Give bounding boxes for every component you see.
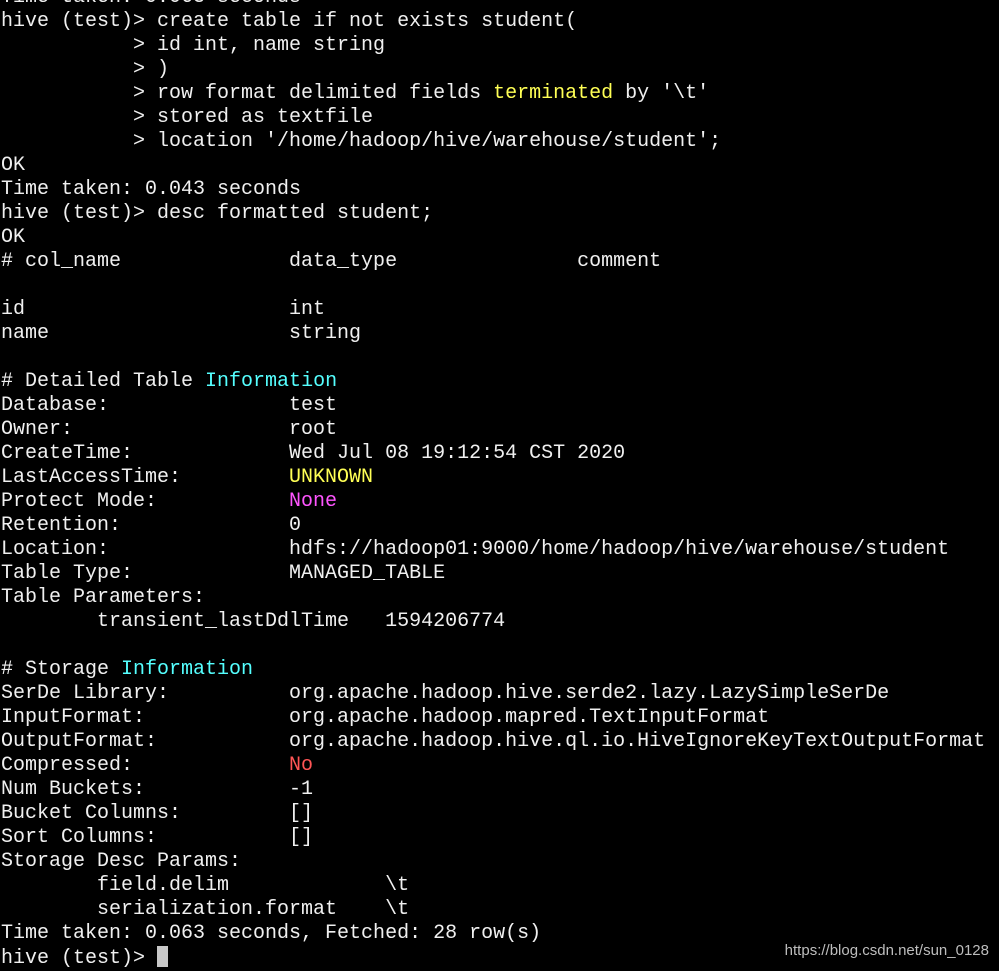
line-text: Time taken: 0.063 seconds xyxy=(1,0,301,9)
line-text: Time taken: 0.043 seconds xyxy=(1,178,302,201)
terminal-line: # col_name data_type comment xyxy=(1,250,985,274)
line-text: transient_lastDdlTime 1594206774 xyxy=(1,610,506,633)
line-text: Compressed: xyxy=(1,754,290,777)
line-text: Table Parameters: xyxy=(1,586,206,609)
terminal-line: InputFormat: org.apache.hadoop.mapred.Te… xyxy=(1,706,985,730)
terminal-line: Bucket Columns: [] xyxy=(1,802,985,826)
line-text: Storage Desc Params: xyxy=(1,850,242,873)
terminal-line: Retention: 0 xyxy=(1,514,985,538)
line-text: # col_name data_type comment xyxy=(1,250,662,273)
line-text: hive (test)> create table if not exists … xyxy=(1,10,578,33)
terminal-line: > row format delimited fields terminated… xyxy=(1,82,985,106)
terminal-line: LastAccessTime: UNKNOWN xyxy=(1,466,985,490)
line-text: by '\t' xyxy=(613,82,710,105)
terminal-line: Location: hdfs://hadoop01:9000/home/hado… xyxy=(1,538,985,562)
highlighted-text: Information xyxy=(121,658,254,681)
highlighted-text: Information xyxy=(205,370,338,393)
watermark: https://blog.csdn.net/sun_0128 xyxy=(784,942,989,959)
line-text: # Storage xyxy=(1,658,122,681)
terminal-line: > id int, name string xyxy=(1,34,985,58)
line-text: OK xyxy=(1,154,26,177)
terminal-line: Sort Columns: [] xyxy=(1,826,985,850)
terminal-line: Owner: root xyxy=(1,418,985,442)
terminal-line: SerDe Library: org.apache.hadoop.hive.se… xyxy=(1,682,985,706)
line-text: > row format delimited fields xyxy=(1,82,494,105)
line-text: > location '/home/hadoop/hive/warehouse/… xyxy=(1,130,722,153)
line-text: Num Buckets: -1 xyxy=(1,778,314,801)
terminal-line: Compressed: No xyxy=(1,754,985,778)
terminal-line: Database: test xyxy=(1,394,985,418)
line-text: Protect Mode: xyxy=(1,490,290,513)
line-text: Location: hdfs://hadoop01:9000/home/hado… xyxy=(1,538,950,561)
terminal-line: Time taken: 0.043 seconds xyxy=(1,178,985,202)
terminal-line: > location '/home/hadoop/hive/warehouse/… xyxy=(1,130,985,154)
line-text: LastAccessTime: xyxy=(1,466,290,489)
line-text: > id int, name string xyxy=(1,34,386,57)
terminal-line: transient_lastDdlTime 1594206774 xyxy=(1,610,985,634)
line-text: OK xyxy=(1,226,26,249)
terminal-line: Protect Mode: None xyxy=(1,490,985,514)
line-text: # Detailed Table xyxy=(1,370,206,393)
terminal-line: serialization.format \t xyxy=(1,898,985,922)
terminal-line: name string xyxy=(1,322,985,346)
terminal-line: # Storage Information xyxy=(1,658,985,682)
line-text: Owner: root xyxy=(1,418,338,441)
line-text: CreateTime: Wed Jul 08 19:12:54 CST 2020 xyxy=(1,442,626,465)
terminal-line: # Detailed Table Information xyxy=(1,370,985,394)
terminal-line: Table Type: MANAGED_TABLE xyxy=(1,562,985,586)
terminal-line: id int xyxy=(1,298,985,322)
line-text: > ) xyxy=(1,58,170,81)
line-text: Time taken: 0.063 seconds, Fetched: 28 r… xyxy=(1,922,542,945)
terminal-line: > stored as textfile xyxy=(1,106,985,130)
line-text: SerDe Library: org.apache.hadoop.hive.se… xyxy=(1,682,890,705)
highlighted-text: terminated xyxy=(493,82,614,105)
line-text: hive (test)> xyxy=(1,947,158,970)
terminal-line: Storage Desc Params: xyxy=(1,850,985,874)
line-text: Bucket Columns: [] xyxy=(1,802,314,825)
highlighted-text: None xyxy=(289,490,338,513)
line-text: Sort Columns: [] xyxy=(1,826,314,849)
line-text: InputFormat: org.apache.hadoop.mapred.Te… xyxy=(1,706,770,729)
line-text: name string xyxy=(1,322,362,345)
cursor[interactable] xyxy=(157,946,169,967)
highlighted-text: No xyxy=(289,754,314,777)
terminal-line: CreateTime: Wed Jul 08 19:12:54 CST 2020 xyxy=(1,442,985,466)
terminal-output[interactable]: Time taken: 0.063 secondshive (test)> cr… xyxy=(1,0,985,970)
line-text: Table Type: MANAGED_TABLE xyxy=(1,562,446,585)
line-text: OutputFormat: org.apache.hadoop.hive.ql.… xyxy=(1,730,986,753)
terminal-line: OK xyxy=(1,226,985,250)
terminal-line: > ) xyxy=(1,58,985,82)
line-text: > stored as textfile xyxy=(1,106,374,129)
terminal-line: OK xyxy=(1,154,985,178)
terminal-line: OutputFormat: org.apache.hadoop.hive.ql.… xyxy=(1,730,985,754)
line-text: id int xyxy=(1,298,326,321)
terminal-line: Time taken: 0.063 seconds xyxy=(1,0,985,10)
terminal-line: field.delim \t xyxy=(1,874,985,898)
highlighted-text: UNKNOWN xyxy=(289,466,374,489)
terminal-line: Table Parameters: xyxy=(1,586,985,610)
line-text: Retention: 0 xyxy=(1,514,302,537)
terminal-line: hive (test)> desc formatted student; xyxy=(1,202,985,226)
terminal-line: hive (test)> create table if not exists … xyxy=(1,10,985,34)
line-text: Database: test xyxy=(1,394,338,417)
terminal-line: Num Buckets: -1 xyxy=(1,778,985,802)
line-text: hive (test)> desc formatted student; xyxy=(1,202,434,225)
line-text: serialization.format \t xyxy=(1,898,410,921)
line-text: field.delim \t xyxy=(1,874,410,897)
